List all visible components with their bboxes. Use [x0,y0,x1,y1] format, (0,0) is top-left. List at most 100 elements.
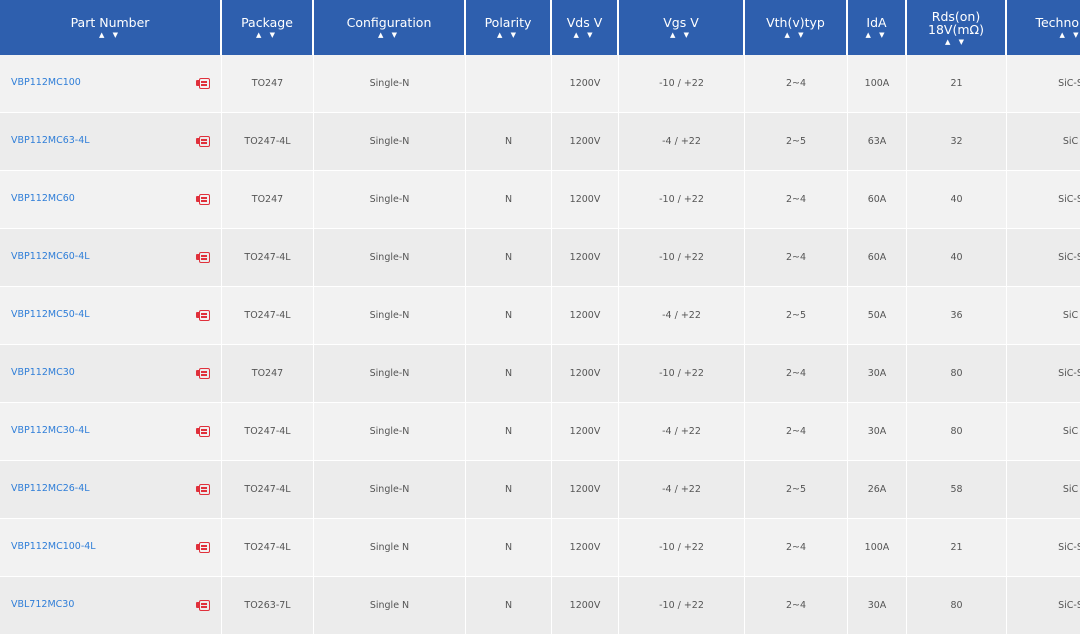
part-number-link[interactable]: VBL712MC30 [11,599,74,610]
cell-vgs: -4 / +22 [619,287,745,345]
cell-vds: 1200V [552,55,619,113]
column-header-vth[interactable]: Vth(v)typ ▲ ▼ [745,0,848,55]
column-header-vgs[interactable]: Vgs V ▲ ▼ [619,0,745,55]
column-header-label: Package [241,15,293,30]
table-row: VBP112MC30 TO247 Single-N N 1200V -10 / +22 2~… [0,345,1080,403]
cell-vds: 1200V [552,345,619,403]
part-number-link[interactable]: VBP112MC50-4L [11,309,90,320]
parts-table-container: Part Number ▲ ▼ Package ▲ ▼ Configuratio… [0,0,1080,636]
column-header-polarity[interactable]: Polarity ▲ ▼ [466,0,552,55]
sort-arrows-icon[interactable]: ▲ ▼ [747,31,844,39]
sort-arrows-icon[interactable]: ▲ ▼ [621,31,741,39]
column-header-package[interactable]: Package ▲ ▼ [222,0,314,55]
sort-arrows-icon[interactable]: ▲ ▼ [316,31,462,39]
column-header-part-number[interactable]: Part Number ▲ ▼ [0,0,222,55]
pdf-icon[interactable] [196,426,210,437]
cell-configuration: Single-N [314,403,466,461]
cell-part-number: VBP112MC26-4L [0,461,222,519]
cell-vth: 2~4 [745,519,848,577]
sort-arrows-icon[interactable]: ▲ ▼ [224,31,310,39]
cell-part-number: VBP112MC60-4L [0,229,222,287]
cell-polarity: N [466,229,552,287]
column-header-label: Vth(v)typ [766,15,825,30]
pdf-icon[interactable] [196,542,210,553]
cell-configuration: Single N [314,519,466,577]
column-header-configuration[interactable]: Configuration ▲ ▼ [314,0,466,55]
part-number-link[interactable]: VBP112MC26-4L [11,483,90,494]
cell-vth: 2~4 [745,577,848,635]
parts-table: Part Number ▲ ▼ Package ▲ ▼ Configuratio… [0,0,1080,635]
cell-part-number: VBP112MC100-4L [0,519,222,577]
cell-id: 26A [848,461,907,519]
cell-package: TO247-4L [222,113,314,171]
cell-id: 30A [848,403,907,461]
part-number-link[interactable]: VBP112MC100-4L [11,541,96,552]
cell-technology: SiC [1007,287,1080,345]
pdf-icon[interactable] [196,368,210,379]
table-row: VBL712MC30 TO263-7L Single N N 1200V -10 / +2… [0,577,1080,635]
table-row: VBP112MC60 TO247 Single-N N 1200V -10 / +22 2~… [0,171,1080,229]
column-header-vds[interactable]: Vds V ▲ ▼ [552,0,619,55]
cell-configuration: Single-N [314,171,466,229]
column-header-label: IdA [866,15,887,30]
part-number-link[interactable]: VBP112MC30-4L [11,425,90,436]
table-row: VBP112MC60-4L TO247-4L Single-N N 1200V -10 /… [0,229,1080,287]
cell-polarity: N [466,519,552,577]
column-header-rds-on[interactable]: Rds(on) 18V(mΩ) ▲ ▼ [907,0,1007,55]
cell-vth: 2~5 [745,113,848,171]
part-number-link[interactable]: VBP112MC30 [11,367,75,378]
cell-package: TO247-4L [222,287,314,345]
cell-vds: 1200V [552,113,619,171]
cell-vds: 1200V [552,577,619,635]
cell-part-number: VBL712MC30 [0,577,222,635]
cell-vgs: -10 / +22 [619,345,745,403]
sort-arrows-icon[interactable]: ▲ ▼ [909,38,1003,46]
cell-technology: SiC-S [1007,345,1080,403]
pdf-icon[interactable] [196,310,210,321]
cell-technology: SiC [1007,113,1080,171]
cell-package: TO247 [222,55,314,113]
cell-polarity: N [466,345,552,403]
pdf-icon[interactable] [196,600,210,611]
pdf-icon[interactable] [196,78,210,89]
cell-vth: 2~4 [745,171,848,229]
sort-arrows-icon[interactable]: ▲ ▼ [554,31,615,39]
cell-rds-on: 40 [907,171,1007,229]
sort-arrows-icon[interactable]: ▲ ▼ [468,31,548,39]
sort-arrows-icon[interactable]: ▲ ▼ [850,31,903,39]
cell-vgs: -4 / +22 [619,461,745,519]
part-number-link[interactable]: VBP112MC63-4L [11,135,90,146]
cell-vgs: -10 / +22 [619,229,745,287]
cell-id: 100A [848,55,907,113]
sort-arrows-icon[interactable]: ▲ ▼ [2,31,218,39]
part-number-link[interactable]: VBP112MC60-4L [11,251,90,262]
sort-arrows-icon[interactable]: ▲ ▼ [1009,31,1080,39]
cell-vds: 1200V [552,229,619,287]
pdf-icon[interactable] [196,136,210,147]
cell-rds-on: 21 [907,519,1007,577]
pdf-icon[interactable] [196,484,210,495]
table-header-row: Part Number ▲ ▼ Package ▲ ▼ Configuratio… [0,0,1080,55]
part-number-link[interactable]: VBP112MC60 [11,193,75,204]
cell-id: 60A [848,171,907,229]
pdf-icon[interactable] [196,252,210,263]
part-number-link[interactable]: VBP112MC100 [11,77,81,88]
cell-vds: 1200V [552,461,619,519]
cell-part-number: VBP112MC30-4L [0,403,222,461]
pdf-icon[interactable] [196,194,210,205]
column-header-label: Polarity [484,15,532,30]
cell-technology: SiC-S [1007,229,1080,287]
cell-vth: 2~4 [745,229,848,287]
cell-rds-on: 80 [907,577,1007,635]
cell-id: 60A [848,229,907,287]
cell-polarity: N [466,577,552,635]
cell-vth: 2~5 [745,287,848,345]
cell-rds-on: 80 [907,403,1007,461]
column-header-id[interactable]: IdA ▲ ▼ [848,0,907,55]
cell-configuration: Single N [314,577,466,635]
column-header-technology[interactable]: Technology ▲ ▼ [1007,0,1080,55]
cell-id: 30A [848,577,907,635]
cell-technology: SiC-S [1007,55,1080,113]
cell-vds: 1200V [552,519,619,577]
cell-technology: SiC-S [1007,171,1080,229]
